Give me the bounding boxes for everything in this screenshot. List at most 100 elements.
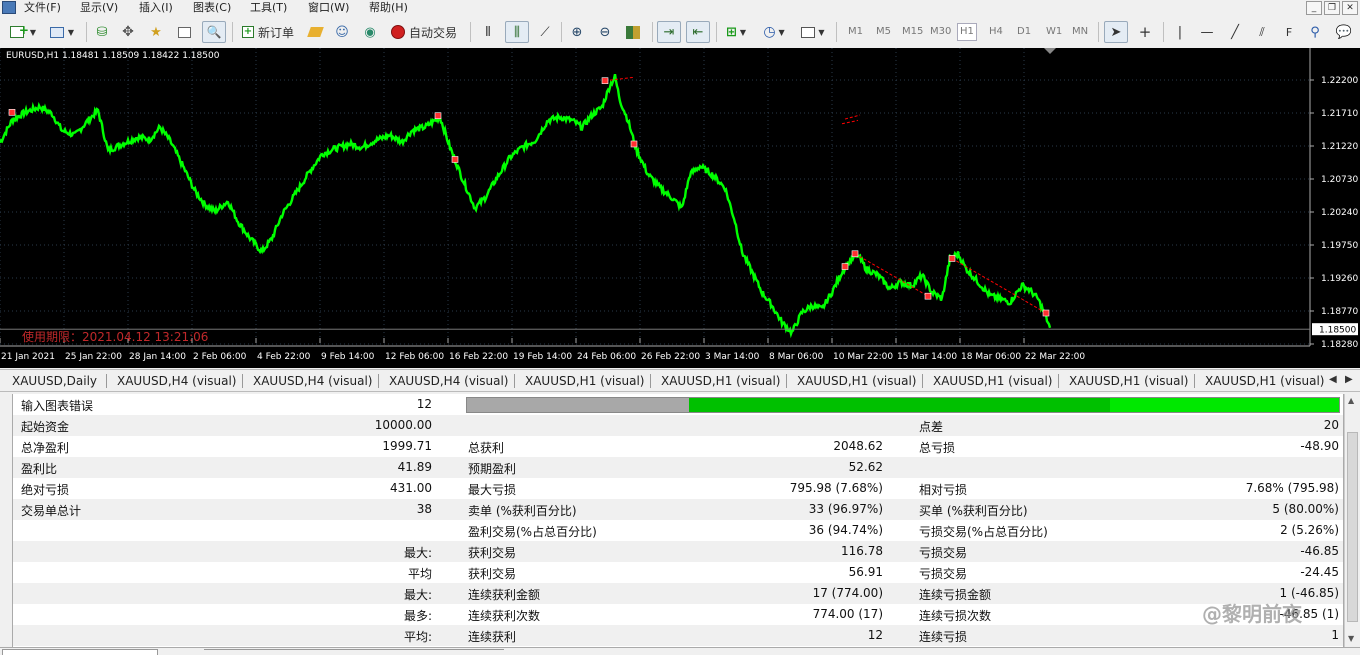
menu-view[interactable]: 显示(V) bbox=[80, 1, 118, 15]
tab-chart[interactable]: XAUUSD,H1 (visual) bbox=[797, 374, 916, 388]
trade-marker bbox=[924, 292, 932, 300]
profiles-button[interactable]: ▼ bbox=[45, 21, 79, 43]
x-tick-label: 8 Mar 06:00 bbox=[769, 352, 824, 362]
timeframe-d1[interactable]: D1 bbox=[1017, 26, 1031, 37]
market-button[interactable]: ◉ bbox=[359, 21, 381, 43]
report-value: 12 bbox=[867, 628, 883, 642]
x-tick-label: 26 Feb 22:00 bbox=[641, 352, 700, 362]
menu-file[interactable]: 文件(F) bbox=[24, 1, 61, 15]
restore-icon[interactable]: ❐ bbox=[1324, 1, 1340, 15]
tab-chart[interactable]: XAUUSD,Daily bbox=[12, 374, 97, 388]
candlestick-button[interactable]: ⫼ bbox=[505, 21, 529, 43]
scrollbar-thumb[interactable] bbox=[1347, 432, 1358, 622]
minimize-icon[interactable]: _ bbox=[1306, 1, 1322, 15]
cursor-icon: ➤ bbox=[1110, 24, 1122, 40]
terminal-button[interactable] bbox=[174, 21, 194, 43]
menu-help[interactable]: 帮助(H) bbox=[369, 1, 408, 15]
navigator-button[interactable]: ✥ bbox=[118, 21, 138, 43]
trade-marker bbox=[841, 263, 849, 270]
trendline-button[interactable]: ╱ bbox=[1225, 21, 1245, 43]
bar-chart-button[interactable]: ⫴ bbox=[478, 21, 498, 43]
watermark: @黎明前夜 bbox=[1202, 602, 1302, 626]
data-window-button[interactable]: ★ bbox=[145, 21, 167, 43]
templates-icon bbox=[801, 26, 816, 38]
new-chart-button[interactable]: + ▼ bbox=[6, 21, 40, 43]
autoscroll-button[interactable]: ⇥ bbox=[657, 21, 681, 43]
x-tick-label: 28 Jan 14:00 bbox=[129, 352, 186, 362]
y-tick-label: 1.18280 bbox=[1321, 340, 1358, 350]
horizontal-line-icon: — bbox=[1200, 24, 1214, 40]
periods-button[interactable]: ◷ ▼ bbox=[758, 21, 790, 43]
templates-button[interactable]: ▼ bbox=[797, 21, 829, 43]
report-label: 连续亏损次数 bbox=[919, 609, 992, 623]
indicators-icon: ⊞ bbox=[725, 24, 737, 40]
new-order-button[interactable]: + 新订单 bbox=[237, 21, 299, 43]
report-label: 连续获利 bbox=[468, 630, 517, 644]
x-tick-label: 12 Feb 06:00 bbox=[385, 352, 444, 362]
line-chart-button[interactable]: ⟋ bbox=[535, 21, 555, 43]
chart-shift-icon: ⇤ bbox=[692, 24, 704, 40]
market-watch-button[interactable]: ⛁ bbox=[92, 21, 112, 43]
price-chart[interactable]: 1.22200 1.21710 1.21220 1.20730 1.20240 1.197… bbox=[0, 48, 1360, 368]
timeframe-m1[interactable]: M1 bbox=[848, 26, 863, 37]
report-row: 总净盈利 1999.71 总获利 2048.62 总亏损 -48.90 bbox=[13, 436, 1343, 457]
tile-windows-button[interactable] bbox=[622, 21, 644, 43]
status-tab[interactable] bbox=[204, 649, 504, 655]
timeframe-h1[interactable]: H1 bbox=[957, 23, 977, 41]
tab-chart[interactable]: XAUUSD,H1 (visual) bbox=[1205, 374, 1324, 388]
tab-chart[interactable]: XAUUSD,H1 (visual) bbox=[1069, 374, 1188, 388]
timeframe-mn[interactable]: MN bbox=[1072, 26, 1088, 37]
menu-chart[interactable]: 图表(C) bbox=[193, 1, 231, 15]
metaeditor-button[interactable] bbox=[305, 21, 325, 43]
chat-button[interactable]: 💬 bbox=[1332, 21, 1356, 43]
search-button[interactable]: ⚲ bbox=[1305, 21, 1325, 43]
report-value: 41.89 bbox=[397, 460, 432, 474]
status-tab[interactable] bbox=[2, 649, 158, 655]
channel-button[interactable]: ⫽ bbox=[1252, 21, 1272, 43]
report-row: 平均: 连续获利 12 连续亏损 1 bbox=[13, 625, 1343, 646]
book-icon bbox=[306, 27, 324, 37]
indicators-button[interactable]: ⊞ ▼ bbox=[721, 21, 751, 43]
chart-symbol-info: EURUSD,H1 1.18481 1.18509 1.18422 1.1850… bbox=[6, 51, 220, 61]
tab-chart[interactable]: XAUUSD,H1 (visual) bbox=[661, 374, 780, 388]
strategy-tester-button[interactable]: 🔍 bbox=[202, 21, 226, 43]
timeframe-w1[interactable]: W1 bbox=[1046, 26, 1062, 37]
report-label: 获利交易 bbox=[468, 567, 517, 581]
cursor-button[interactable]: ➤ bbox=[1104, 21, 1128, 43]
horizontal-line-button[interactable]: — bbox=[1197, 21, 1217, 43]
autoscroll-icon: ⇥ bbox=[663, 24, 675, 40]
fibonacci-button[interactable]: F bbox=[1279, 21, 1299, 43]
menu-tools[interactable]: 工具(T) bbox=[250, 1, 287, 15]
tab-scroll-right-icon[interactable]: ▶ bbox=[1345, 374, 1353, 385]
auto-trading-button[interactable]: 自动交易 bbox=[387, 21, 461, 43]
bar-chart-icon: ⫴ bbox=[485, 24, 491, 40]
timeframe-m5[interactable]: M5 bbox=[876, 26, 891, 37]
scroll-down-icon[interactable]: ▼ bbox=[1348, 634, 1354, 643]
report-value: 最大: bbox=[403, 588, 432, 602]
menu-window[interactable]: 窗口(W) bbox=[308, 1, 349, 15]
navigator-icon: ✥ bbox=[122, 24, 134, 40]
report-value: 774.00 (17) bbox=[812, 607, 883, 621]
tab-scroll-left-icon[interactable]: ◀ bbox=[1329, 374, 1337, 385]
report-label: 预期盈利 bbox=[468, 462, 517, 476]
chart-shift-button[interactable]: ⇤ bbox=[686, 21, 710, 43]
tab-chart[interactable]: XAUUSD,H1 (visual) bbox=[933, 374, 1052, 388]
tab-chart[interactable]: XAUUSD,H1 (visual) bbox=[525, 374, 644, 388]
zoom-out-button[interactable]: ⊖ bbox=[595, 21, 615, 43]
zoom-in-button[interactable]: ⊕ bbox=[567, 21, 587, 43]
crosshair-button[interactable]: + bbox=[1134, 21, 1156, 43]
tab-chart[interactable]: XAUUSD,H4 (visual) bbox=[253, 374, 372, 388]
menu-insert[interactable]: 插入(I) bbox=[139, 1, 173, 15]
timeframe-m30[interactable]: M30 bbox=[930, 26, 951, 37]
report-scrollbar[interactable]: ▲ ▼ bbox=[1344, 394, 1360, 647]
tab-chart[interactable]: XAUUSD,H4 (visual) bbox=[389, 374, 508, 388]
scroll-up-icon[interactable]: ▲ bbox=[1348, 396, 1354, 405]
tab-chart[interactable]: XAUUSD,H4 (visual) bbox=[117, 374, 236, 388]
report-value: 1 bbox=[1331, 628, 1339, 642]
vertical-line-button[interactable]: | bbox=[1170, 21, 1190, 43]
timeframe-h4[interactable]: H4 bbox=[989, 26, 1003, 37]
channel-icon: ⫽ bbox=[1259, 24, 1265, 39]
close-icon[interactable]: ✕ bbox=[1342, 1, 1358, 15]
timeframe-m15[interactable]: M15 bbox=[902, 26, 923, 37]
signals-button[interactable]: ☺ bbox=[331, 21, 353, 43]
